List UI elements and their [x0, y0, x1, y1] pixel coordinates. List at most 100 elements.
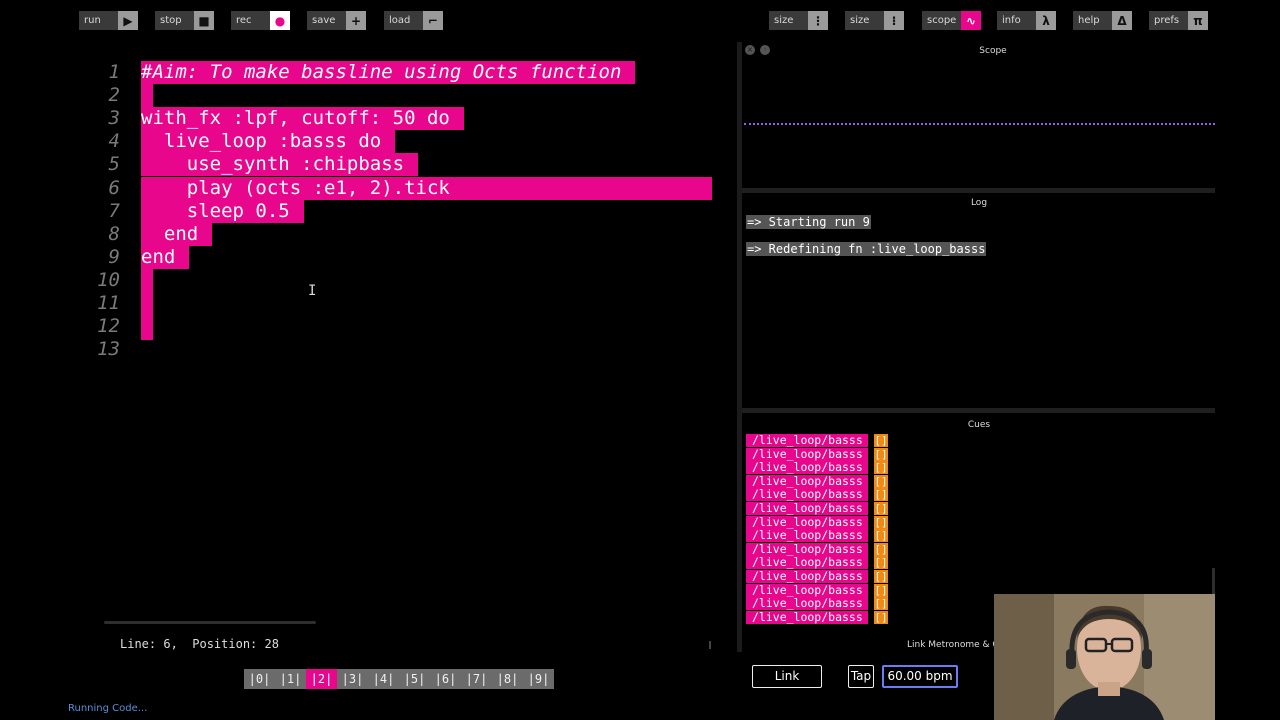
delta-icon: Δ	[1112, 11, 1132, 30]
cue-row: /live_loop/basss []	[746, 583, 888, 597]
stop-label: stop	[155, 11, 194, 30]
play-icon: ▶	[118, 11, 138, 30]
cue-value: []	[874, 610, 888, 624]
cue-path: /live_loop/basss	[746, 610, 868, 624]
cue-value: []	[874, 474, 888, 488]
log-line: => Redefining fn :live_loop_basss	[746, 242, 987, 256]
size-down-button[interactable]: size ⋮	[769, 11, 828, 30]
cue-path: /live_loop/basss	[746, 447, 868, 461]
line-number: 2	[108, 84, 120, 107]
line-number: 4	[108, 130, 120, 153]
buffer-tab-5[interactable]: |5|	[399, 669, 430, 689]
cue-row: /live_loop/basss []	[746, 597, 888, 611]
save-button[interactable]: save +	[307, 11, 366, 30]
size-icon: ⋮	[808, 11, 828, 30]
buffer-tabs: |0| |1| |2| |3| |4| |5| |6| |7| |8| |9|	[244, 669, 554, 689]
cue-row: /live_loop/basss []	[746, 488, 888, 502]
run-label: run	[79, 11, 118, 30]
buffer-tab-3[interactable]: |3|	[337, 669, 368, 689]
panel-separator[interactable]	[742, 188, 1215, 193]
line-number: 11	[97, 292, 120, 314]
buffer-tab-8[interactable]: |8|	[492, 669, 523, 689]
cue-row: /live_loop/basss []	[746, 556, 888, 570]
buffer-tab-9[interactable]: |9|	[523, 669, 554, 689]
selection-highlight	[141, 269, 153, 340]
tap-button[interactable]: Tap	[848, 665, 874, 688]
text-cursor-icon: I	[308, 283, 317, 299]
cue-value: []	[874, 461, 888, 475]
cursor-position-status: Line: 6, Position: 28	[120, 637, 279, 651]
editor-horizontal-scrollbar[interactable]	[104, 621, 316, 624]
cue-path: /live_loop/basss	[746, 488, 868, 502]
cue-value: []	[874, 542, 888, 556]
webcam-overlay	[994, 594, 1215, 720]
stop-icon: ■	[194, 11, 214, 30]
buffer-tab-1[interactable]: |1|	[275, 669, 306, 689]
load-button[interactable]: load ⌐	[384, 11, 443, 30]
cue-path: /live_loop/basss	[746, 515, 868, 529]
cue-row: /live_loop/basss []	[746, 434, 888, 447]
code-line[interactable]: play (octs :e1, 2).tick	[141, 176, 712, 200]
buffer-tab-7[interactable]: |7|	[461, 669, 492, 689]
running-status: Running Code...	[68, 703, 148, 714]
cue-row: /live_loop/basss []	[746, 570, 888, 583]
cue-path: /live_loop/basss	[746, 556, 868, 570]
code-line[interactable]: sleep 0.5	[141, 199, 304, 223]
run-button[interactable]: run ▶	[79, 11, 138, 30]
scope-icon: ∿	[961, 11, 981, 30]
log-line: => Starting run 9	[746, 215, 871, 229]
rec-button[interactable]: rec ●	[231, 11, 290, 30]
pi-icon: π	[1188, 11, 1208, 30]
buffer-tab-4[interactable]: |4|	[368, 669, 399, 689]
link-button[interactable]: Link	[752, 665, 822, 688]
stop-button[interactable]: stop ■	[155, 11, 214, 30]
buffer-tab-6[interactable]: |6|	[430, 669, 461, 689]
line-number: 10	[97, 268, 120, 291]
cue-path: /live_loop/basss	[746, 502, 868, 515]
code-line[interactable]: use_synth :chipbass	[141, 153, 419, 177]
selection-highlight	[141, 84, 153, 107]
float-icon[interactable]: ◦	[760, 45, 770, 55]
cue-value: []	[874, 570, 888, 583]
buffer-tab-0[interactable]: |0|	[244, 669, 275, 689]
line-number: 3	[108, 107, 120, 130]
cue-value: []	[874, 434, 888, 447]
rec-label: rec	[231, 11, 270, 30]
line-number: 12	[97, 315, 120, 338]
close-icon[interactable]: ×	[745, 45, 755, 55]
scope-label: scope	[922, 11, 961, 30]
cue-row: /live_loop/basss []	[746, 515, 888, 529]
cue-value: []	[874, 502, 888, 515]
cue-value: []	[874, 597, 888, 611]
code-line[interactable]: live_loop :basss do	[141, 130, 396, 154]
size-up-button[interactable]: size ⁝	[845, 11, 904, 30]
cue-path: /live_loop/basss	[746, 583, 868, 597]
scope-waveform	[744, 123, 1215, 125]
load-label: load	[384, 11, 423, 30]
buffer-tab-2[interactable]: |2|	[306, 669, 337, 689]
cue-row: /live_loop/basss []	[746, 529, 888, 543]
cue-path: /live_loop/basss	[746, 434, 868, 447]
code-line[interactable]: #Aim: To make bassline using Octs functi…	[141, 61, 636, 84]
cue-row: /live_loop/basss []	[746, 461, 888, 475]
info-button[interactable]: info λ	[997, 11, 1056, 30]
line-number: 13	[97, 338, 120, 361]
cue-value: []	[874, 488, 888, 502]
line-number: 8	[108, 222, 120, 245]
prefs-button[interactable]: prefs π	[1149, 11, 1208, 30]
status-marker	[709, 641, 711, 649]
scope-button[interactable]: scope ∿	[922, 11, 981, 30]
line-number: 6	[108, 176, 120, 199]
help-button[interactable]: help Δ	[1073, 11, 1132, 30]
pane-divider[interactable]	[737, 42, 742, 652]
cue-value: []	[874, 447, 888, 461]
panel-separator[interactable]	[742, 408, 1215, 413]
bpm-field[interactable]: 60.00 bpm	[882, 665, 958, 688]
code-line[interactable]: end	[141, 245, 190, 269]
cue-row: /live_loop/basss []	[746, 474, 888, 488]
cue-path: /live_loop/basss	[746, 474, 868, 488]
code-line[interactable]: end	[141, 222, 213, 246]
cue-value: []	[874, 515, 888, 529]
save-label: save	[307, 11, 346, 30]
code-line[interactable]: with_fx :lpf, cutoff: 50 do	[141, 107, 464, 131]
